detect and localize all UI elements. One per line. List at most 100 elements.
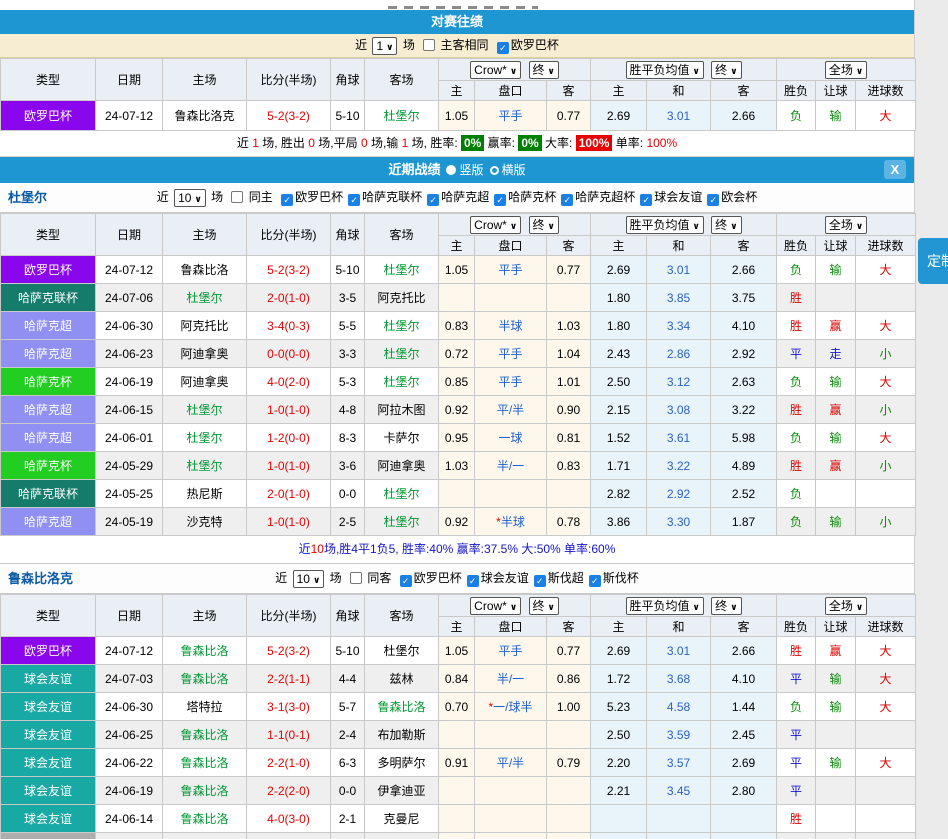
checkbox-checked-icon[interactable]: ✓	[427, 194, 439, 206]
away-team-cell[interactable]: 鲁森比洛	[365, 833, 439, 839]
home-count-select[interactable]: 10∨	[174, 189, 206, 207]
checkbox-checked-icon[interactable]: ✓	[534, 575, 546, 587]
col-corner: 角球	[331, 59, 365, 101]
europe-time-select[interactable]: 终∨	[711, 597, 741, 615]
customize-side-tab[interactable]: 定制	[918, 238, 948, 284]
h2h-count-select[interactable]: 1∨	[372, 37, 397, 55]
league-filter[interactable]: ✓球会友谊	[635, 190, 702, 204]
europe-time-select[interactable]: 终∨	[711, 216, 741, 234]
home-team-cell[interactable]: 鲁森比洛	[163, 777, 247, 805]
away-team-cell[interactable]: 多明萨尔	[365, 749, 439, 777]
home-team-cell[interactable]: 杜堡尔	[163, 424, 247, 452]
chevron-down-icon: ∨	[730, 602, 737, 612]
odds-source-select[interactable]: Crow*∨	[470, 597, 521, 615]
away-team-cell[interactable]: 布加勒斯	[365, 721, 439, 749]
home-team-cell[interactable]: 沙克特	[163, 508, 247, 536]
away-team-cell[interactable]: 卡萨尔	[365, 424, 439, 452]
away-team-cell[interactable]: 杜堡尔	[365, 480, 439, 508]
close-button[interactable]: X	[884, 160, 906, 179]
scope-select[interactable]: 全场∨	[825, 597, 867, 615]
away-team-cell[interactable]: 杜堡尔	[365, 256, 439, 284]
horizontal-layout-label[interactable]: 横版	[502, 163, 526, 177]
checkbox-checked-icon[interactable]: ✓	[400, 575, 412, 587]
away-team-cell[interactable]: 兹林	[365, 665, 439, 693]
checkbox-checked-icon[interactable]: ✓	[281, 194, 293, 206]
home-team-name[interactable]: 杜堡尔	[8, 183, 47, 212]
home-team-cell[interactable]: 塔特拉	[163, 693, 247, 721]
europe-odds-select[interactable]: 胜平负均值∨	[626, 597, 704, 615]
league-filter[interactable]: ✓哈萨克超杯	[556, 190, 635, 204]
europe-odds-select[interactable]: 胜平负均值∨	[626, 216, 704, 234]
europe-odds-select[interactable]: 胜平负均值∨	[626, 61, 704, 79]
unit-label: 场	[403, 38, 415, 52]
europe-time-select[interactable]: 终∨	[711, 61, 741, 79]
win-odds: 5.23	[591, 693, 647, 721]
home-team-cell[interactable]: 杜堡尔	[163, 396, 247, 424]
same-home-checkbox-unchecked[interactable]	[231, 191, 243, 203]
checkbox-checked-icon[interactable]: ✓	[589, 575, 601, 587]
radio-selected-icon[interactable]	[446, 165, 456, 175]
away-team-cell[interactable]: 阿克托比	[365, 284, 439, 312]
home-team-cell[interactable]: 杜堡尔	[163, 452, 247, 480]
home-team-cell[interactable]: 鲁森比洛	[163, 256, 247, 284]
league-filter[interactable]: ✓斯伐超	[529, 571, 584, 585]
away-team-cell[interactable]: 杜堡尔	[365, 340, 439, 368]
home-team-cell[interactable]: 鲁森比洛克	[163, 101, 247, 131]
odds-time-select[interactable]: 终∨	[529, 597, 559, 615]
vertical-layout-label[interactable]: 竖版	[459, 163, 483, 177]
away-team-cell[interactable]: 杜堡尔	[365, 368, 439, 396]
home-team-cell[interactable]: 鲁森比洛	[163, 721, 247, 749]
away-team-cell[interactable]: 阿迪拿奥	[365, 452, 439, 480]
checkbox-checked-icon[interactable]: ✓	[467, 575, 479, 587]
match-date: 24-05-25	[96, 480, 163, 508]
league-filter[interactable]: ✓哈萨克杯	[489, 190, 556, 204]
away-team-cell[interactable]: 克曼尼	[365, 805, 439, 833]
league-filter[interactable]: ✓欧罗巴杯	[492, 38, 559, 52]
checkbox-checked-icon[interactable]: ✓	[707, 194, 719, 206]
home-team-cell[interactable]: 鲁森比洛	[163, 665, 247, 693]
odds-time-select[interactable]: 终∨	[529, 61, 559, 79]
away-team-cell[interactable]: 杜堡尔	[365, 508, 439, 536]
home-team-cell[interactable]: 鲁森比洛	[163, 637, 247, 665]
home-team-cell[interactable]: 热尼斯	[163, 480, 247, 508]
league-filter[interactable]: ✓哈萨克超	[422, 190, 489, 204]
home-team-cell[interactable]: 阿克托比	[163, 312, 247, 340]
away-team-cell[interactable]: 鲁森比洛	[365, 693, 439, 721]
league-filter[interactable]: ✓斯伐杯	[584, 571, 639, 585]
odds-source-select[interactable]: Crow*∨	[470, 216, 521, 234]
league-filter[interactable]: ✓欧罗巴杯	[395, 571, 462, 585]
home-team-cell[interactable]: 阿迪拿奥	[163, 368, 247, 396]
away-count-select[interactable]: 10∨	[293, 570, 325, 588]
checkbox-checked-icon[interactable]: ✓	[497, 42, 509, 54]
home-team-cell[interactable]: 布拉迪斯	[163, 833, 247, 839]
radio-unselected-icon[interactable]	[490, 166, 499, 175]
checkbox-checked-icon[interactable]: ✓	[640, 194, 652, 206]
scope-select[interactable]: 全场∨	[825, 61, 867, 79]
checkbox-checked-icon[interactable]: ✓	[561, 194, 573, 206]
checkbox-checked-icon[interactable]: ✓	[348, 194, 360, 206]
same-away-checkbox-unchecked[interactable]	[350, 572, 362, 584]
away-team-cell[interactable]: 阿拉木图	[365, 396, 439, 424]
summary-segment: 场, 胜率:	[408, 136, 461, 150]
home-team-cell[interactable]: 鲁森比洛	[163, 749, 247, 777]
league-filter[interactable]: ✓欧罗巴杯	[276, 190, 343, 204]
home-team-cell[interactable]: 阿迪拿奥	[163, 340, 247, 368]
home-team-cell[interactable]: 杜堡尔	[163, 284, 247, 312]
scope-select[interactable]: 全场∨	[825, 216, 867, 234]
away-team-cell[interactable]: 杜堡尔	[365, 101, 439, 131]
chevron-down-icon: ∨	[730, 221, 737, 231]
home-team-cell[interactable]: 鲁森比洛	[163, 805, 247, 833]
checkbox-checked-icon[interactable]: ✓	[494, 194, 506, 206]
league-filter[interactable]: ✓哈萨克联杯	[343, 190, 422, 204]
same-venue-checkbox-unchecked[interactable]	[423, 39, 435, 51]
match-date: 24-05-29	[96, 452, 163, 480]
league-filter[interactable]: ✓欧会杯	[702, 190, 757, 204]
odds-time-select[interactable]: 终∨	[529, 216, 559, 234]
away-team-cell[interactable]: 杜堡尔	[365, 312, 439, 340]
away-team-cell[interactable]: 伊拿迪亚	[365, 777, 439, 805]
away-team-cell[interactable]: 杜堡尔	[365, 637, 439, 665]
away-team-name[interactable]: 鲁森比洛克	[8, 564, 73, 593]
league-filter[interactable]: ✓球会友谊	[462, 571, 529, 585]
odds-source-select[interactable]: Crow*∨	[470, 61, 521, 79]
h2h-table-slot: 类型 日期 主场 比分(半场) 角球 客场 Crow*∨ 终∨ 胜平负均值∨ 终…	[0, 58, 914, 131]
